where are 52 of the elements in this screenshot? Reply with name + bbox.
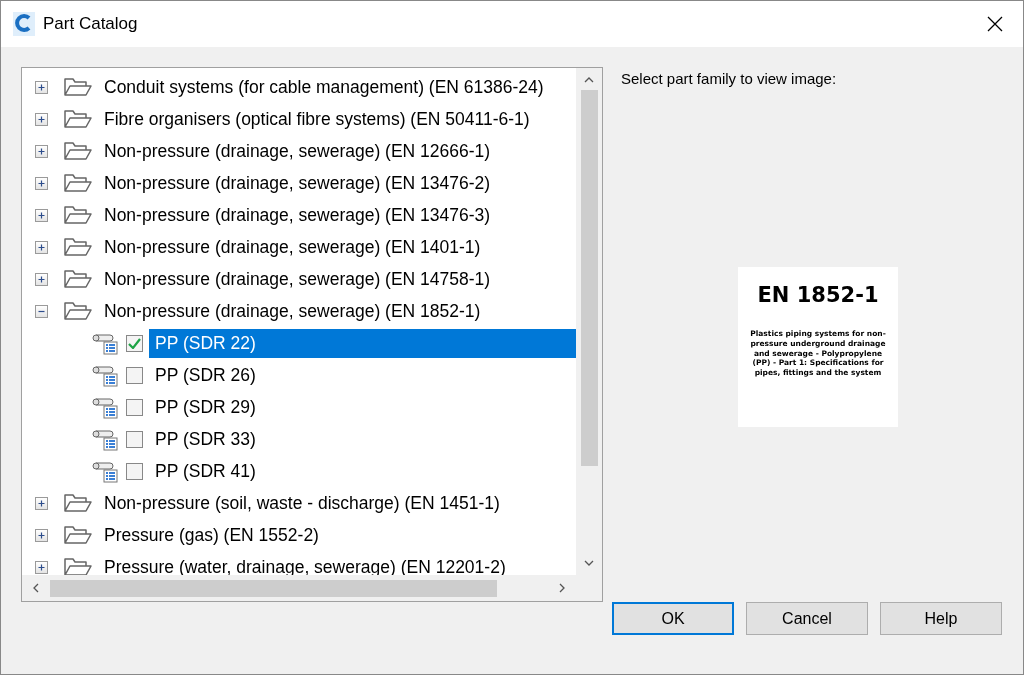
preview-label: Select part family to view image:	[621, 70, 838, 87]
expand-icon[interactable]	[35, 112, 48, 126]
tree-item[interactable]: PP (SDR 29)	[149, 392, 260, 422]
image-title: EN 1852-1	[757, 283, 879, 307]
tree-item[interactable]: Non-pressure (drainage, sewerage) (EN 14758-1)	[98, 264, 495, 294]
expand-icon[interactable]	[35, 496, 48, 510]
expand-icon[interactable]	[35, 528, 48, 542]
tree-item[interactable]: Non-pressure (soil, waste - discharge) (EN 1451-1)	[98, 488, 504, 518]
dialog-button[interactable]: OK	[612, 602, 734, 635]
expand-icon[interactable]	[35, 560, 48, 574]
tree-item[interactable]: Conduit systems (for cable management) (EN 61386-24)	[98, 72, 548, 102]
folder-icon	[64, 237, 92, 257]
expand-icon[interactable]	[35, 240, 48, 254]
window-title: Part Catalog	[43, 14, 139, 34]
tree-item[interactable]: Non-pressure (drainage, sewerage) (EN 13476-2)	[98, 168, 495, 198]
tree-item[interactable]: PP (SDR 22)	[149, 328, 576, 358]
tree-item[interactable]: PP (SDR 26)	[149, 360, 260, 390]
tree-item[interactable]: Non-pressure (drainage, sewerage) (EN 1401-1)	[98, 232, 485, 262]
checkbox[interactable]	[126, 398, 143, 416]
folder-icon	[64, 557, 92, 575]
close-icon[interactable]	[987, 16, 1003, 32]
collapse-icon[interactable]	[35, 304, 48, 318]
checkbox[interactable]	[126, 334, 143, 352]
tree-item[interactable]: Pressure (gas) (EN 1552-2)	[98, 520, 323, 550]
dialog-button[interactable]: Help	[880, 602, 1002, 635]
folder-icon	[64, 141, 92, 161]
tree-item[interactable]: Non-pressure (drainage, sewerage) (EN 1852-1)	[98, 296, 485, 326]
tree-item[interactable]: Non-pressure (drainage, sewerage) (EN 12666-1)	[98, 136, 495, 166]
folder-icon	[64, 205, 92, 225]
tree-item[interactable]: Fibre organisers (optical fibre systems) (EN 50411-6-1)	[98, 104, 534, 134]
tree-item[interactable]: Non-pressure (drainage, sewerage) (EN 13476-3)	[98, 200, 495, 230]
expand-icon[interactable]	[35, 80, 48, 94]
folder-icon	[64, 301, 92, 321]
expand-icon[interactable]	[35, 176, 48, 190]
expand-icon[interactable]	[35, 272, 48, 286]
folder-icon	[64, 493, 92, 513]
dialog-button[interactable]: Cancel	[746, 602, 868, 635]
horizontal-scrollbar[interactable]	[22, 575, 576, 601]
folder-icon	[64, 173, 92, 193]
tree-item[interactable]: PP (SDR 41)	[149, 456, 260, 486]
folder-icon	[64, 525, 92, 545]
folder-icon	[64, 269, 92, 289]
folder-icon	[64, 109, 92, 129]
app-logo-icon	[13, 12, 35, 36]
folder-icon	[64, 77, 92, 97]
expand-icon[interactable]	[35, 144, 48, 158]
expand-icon[interactable]	[35, 208, 48, 222]
tree-item[interactable]: PP (SDR 33)	[149, 424, 260, 454]
checkbox[interactable]	[126, 430, 143, 448]
checkbox[interactable]	[126, 366, 143, 384]
vertical-scrollbar[interactable]	[576, 68, 602, 575]
checkbox[interactable]	[126, 462, 143, 480]
